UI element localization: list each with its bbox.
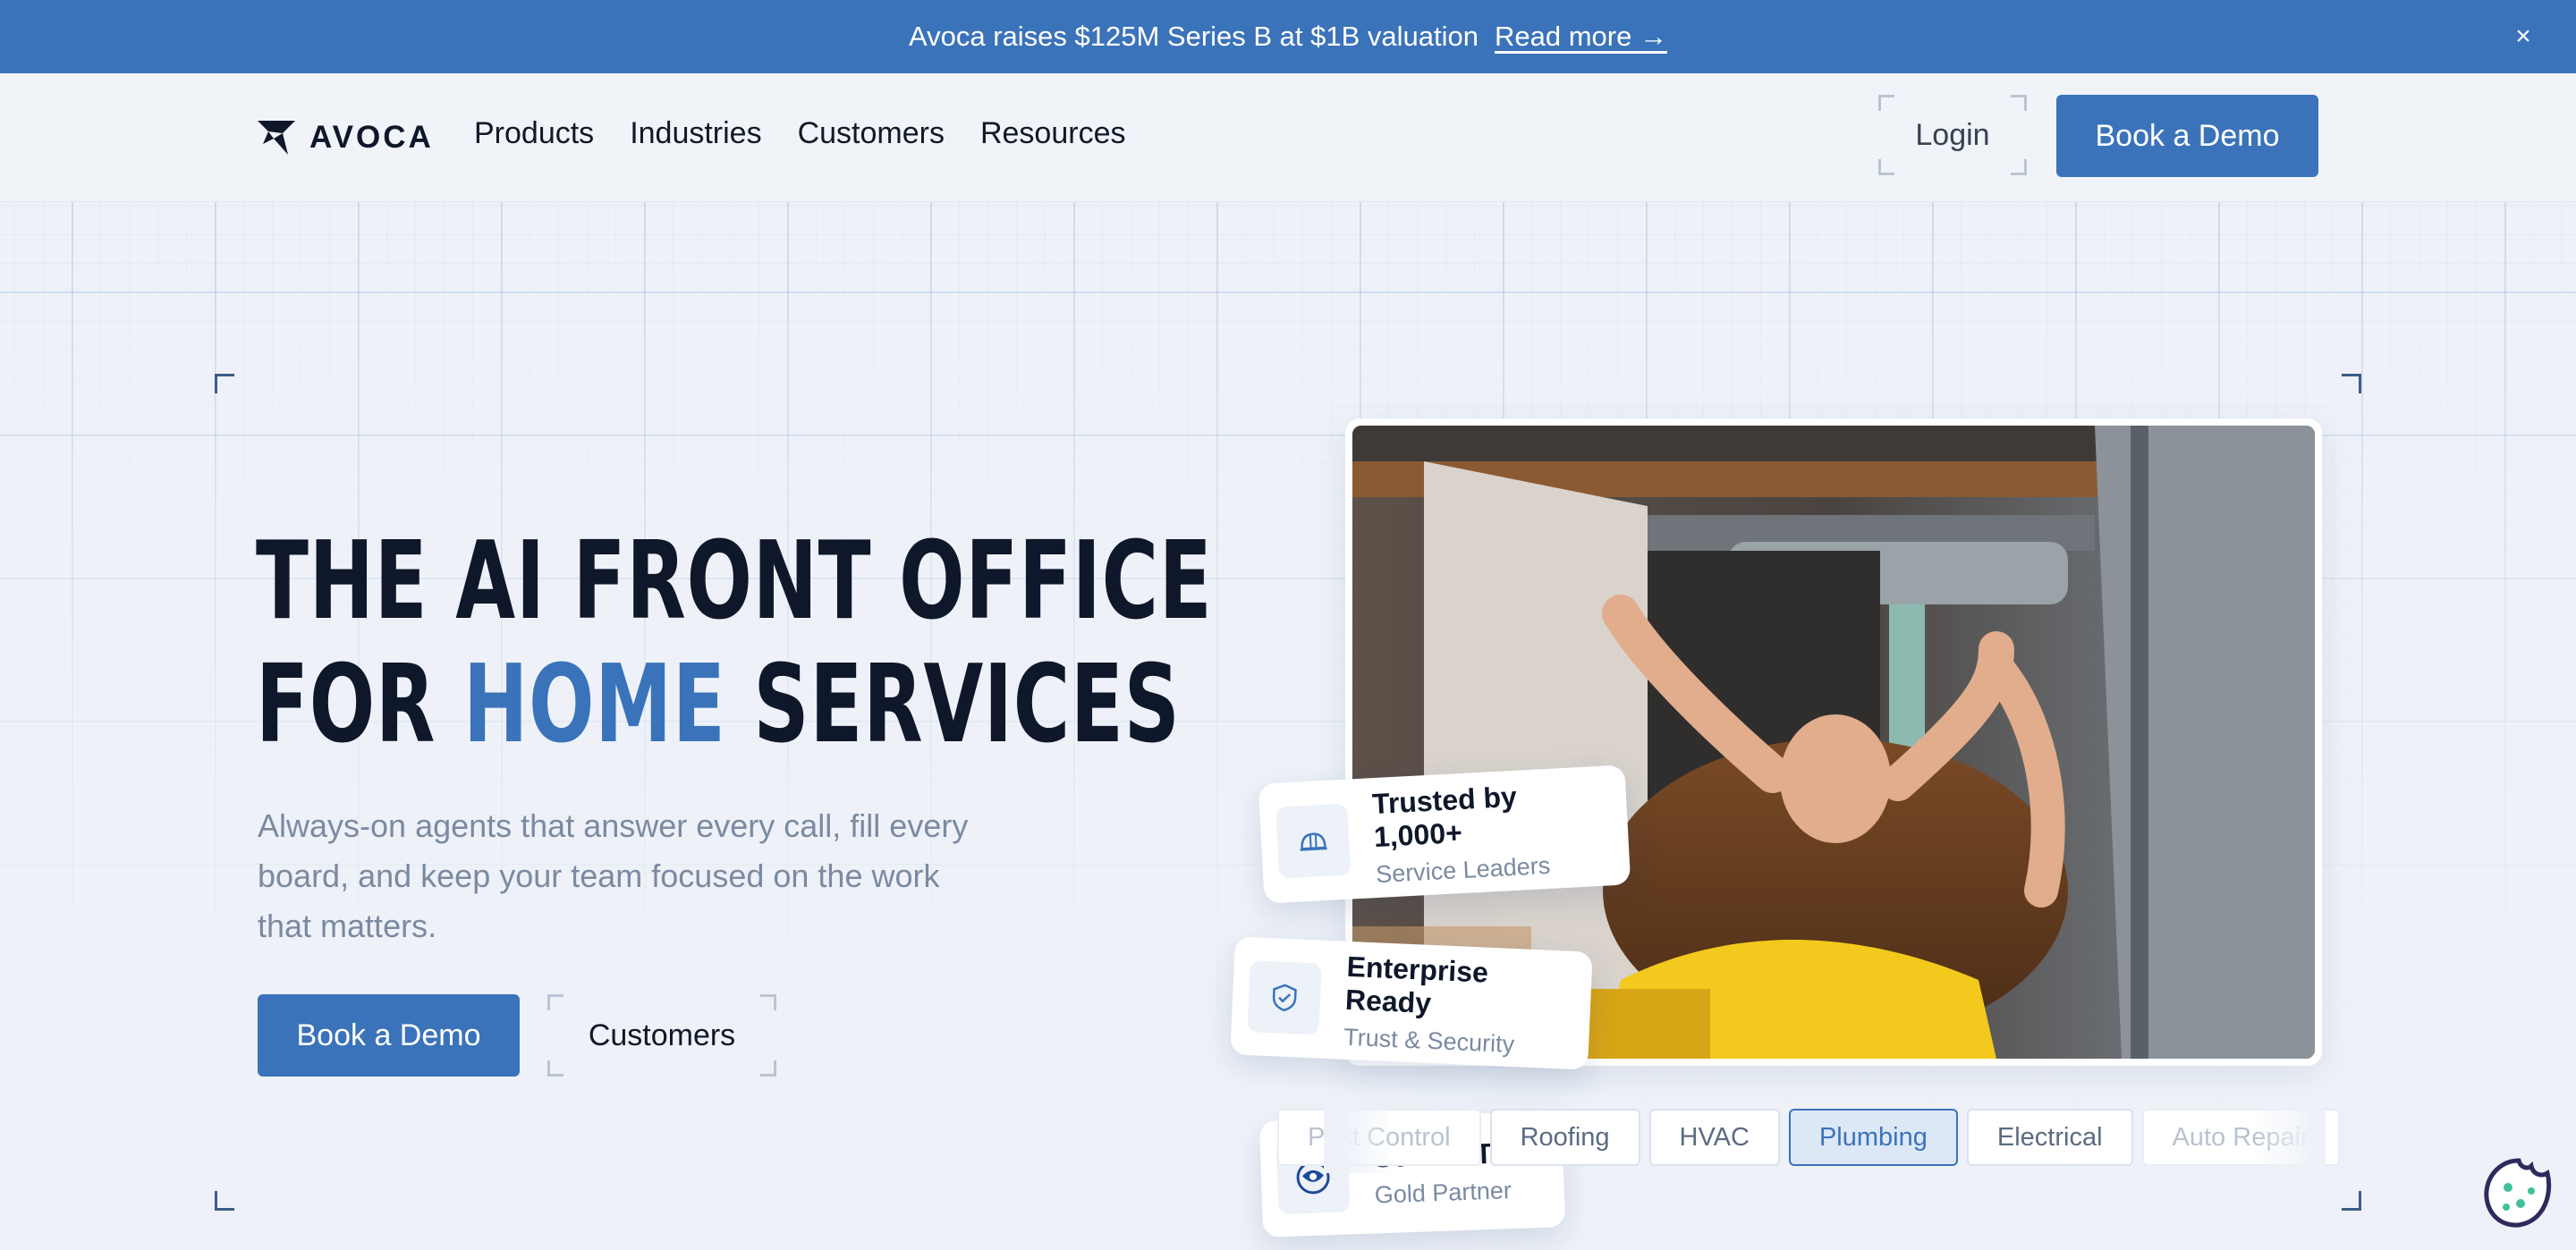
bracket-corner [760, 994, 776, 1010]
tags-fade-right [2254, 1102, 2326, 1173]
bracket-corner [1878, 159, 1894, 175]
hard-hat-icon [1275, 803, 1352, 879]
trust-card: Trusted by 1,000+ Service Leaders [1258, 764, 1631, 904]
hero-section: THE AI FRONT OFFICE FOR HOME SERVICES Al… [0, 202, 2576, 1250]
close-icon[interactable]: × [2506, 20, 2540, 54]
headline-line-2-post: SERVICES [725, 643, 1181, 767]
bracket-corner [2011, 159, 2027, 175]
hero-primary-cta-label: Book a Demo [296, 1018, 481, 1052]
customers-button[interactable]: Customers [547, 994, 776, 1077]
announcement-text: Avoca raises $125M Series B at $1B valua… [909, 21, 1479, 52]
bracket-corner [760, 1060, 776, 1077]
hero-headline: THE AI FRONT OFFICE FOR HOME SERVICES [256, 520, 1213, 767]
headline-accent: HOME [462, 643, 726, 767]
card-subtitle: Gold Partner [1374, 1177, 1513, 1209]
tag-hvac[interactable]: HVAC [1648, 1109, 1780, 1166]
card-title: Enterprise Ready [1344, 950, 1489, 1019]
nav-link-industries[interactable]: Industries [630, 116, 761, 151]
book-demo-button-nav[interactable]: Book a Demo [2056, 95, 2318, 177]
shield-check-icon [1247, 960, 1322, 1035]
book-demo-label: Book a Demo [2095, 118, 2280, 153]
tag-plumbing[interactable]: Plumbing [1788, 1109, 1958, 1166]
book-demo-button-hero[interactable]: Book a Demo [258, 994, 520, 1077]
enterprise-card: Enterprise Ready Trust & Security [1230, 936, 1593, 1070]
bracket-corner [2011, 95, 2027, 111]
avoca-logo-icon [258, 121, 295, 155]
industry-tags: Pest Control Roofing HVAC Plumbing Elect… [1277, 1109, 2340, 1168]
frame-corner [215, 1191, 234, 1211]
frame-corner [2342, 374, 2361, 393]
bracket-corner [547, 994, 564, 1010]
top-nav: AVOCA Products Industries Customers Reso… [0, 73, 2576, 202]
login-label: Login [1915, 117, 1990, 152]
headline-line-1: THE AI FRONT OFFICE [256, 519, 1213, 644]
logo-text: AVOCA [309, 120, 434, 155]
cookie-settings-icon[interactable] [2481, 1155, 2556, 1230]
card-title: Trusted by 1,000+ [1371, 780, 1518, 853]
announcement-bar: Avoca raises $125M Series B at $1B valua… [0, 0, 2576, 73]
login-button[interactable]: Login [1878, 95, 2027, 175]
tag-electrical[interactable]: Electrical [1966, 1109, 2133, 1166]
hero-secondary-cta-label: Customers [588, 1018, 736, 1052]
bracket-corner [1878, 95, 1894, 111]
bracket-corner [547, 1060, 564, 1077]
nav-links: Products Industries Customers Resources [474, 116, 1125, 151]
read-more-link[interactable]: Read more → [1495, 21, 1667, 53]
headline-line-2-pre: FOR [256, 643, 463, 767]
tags-fade-left [1324, 1102, 1395, 1173]
card-subtitle: Trust & Security [1343, 1023, 1515, 1058]
frame-corner [2342, 1191, 2361, 1211]
nav-link-customers[interactable]: Customers [798, 116, 945, 151]
tag-roofing[interactable]: Roofing [1489, 1109, 1640, 1166]
hero-subcopy: Always-on agents that answer every call,… [258, 807, 969, 944]
logo[interactable]: AVOCA [256, 114, 434, 161]
nav-link-resources[interactable]: Resources [980, 116, 1126, 151]
card-subtitle: Service Leaders [1375, 851, 1551, 888]
frame-corner [215, 374, 234, 393]
nav-link-products[interactable]: Products [474, 116, 594, 151]
